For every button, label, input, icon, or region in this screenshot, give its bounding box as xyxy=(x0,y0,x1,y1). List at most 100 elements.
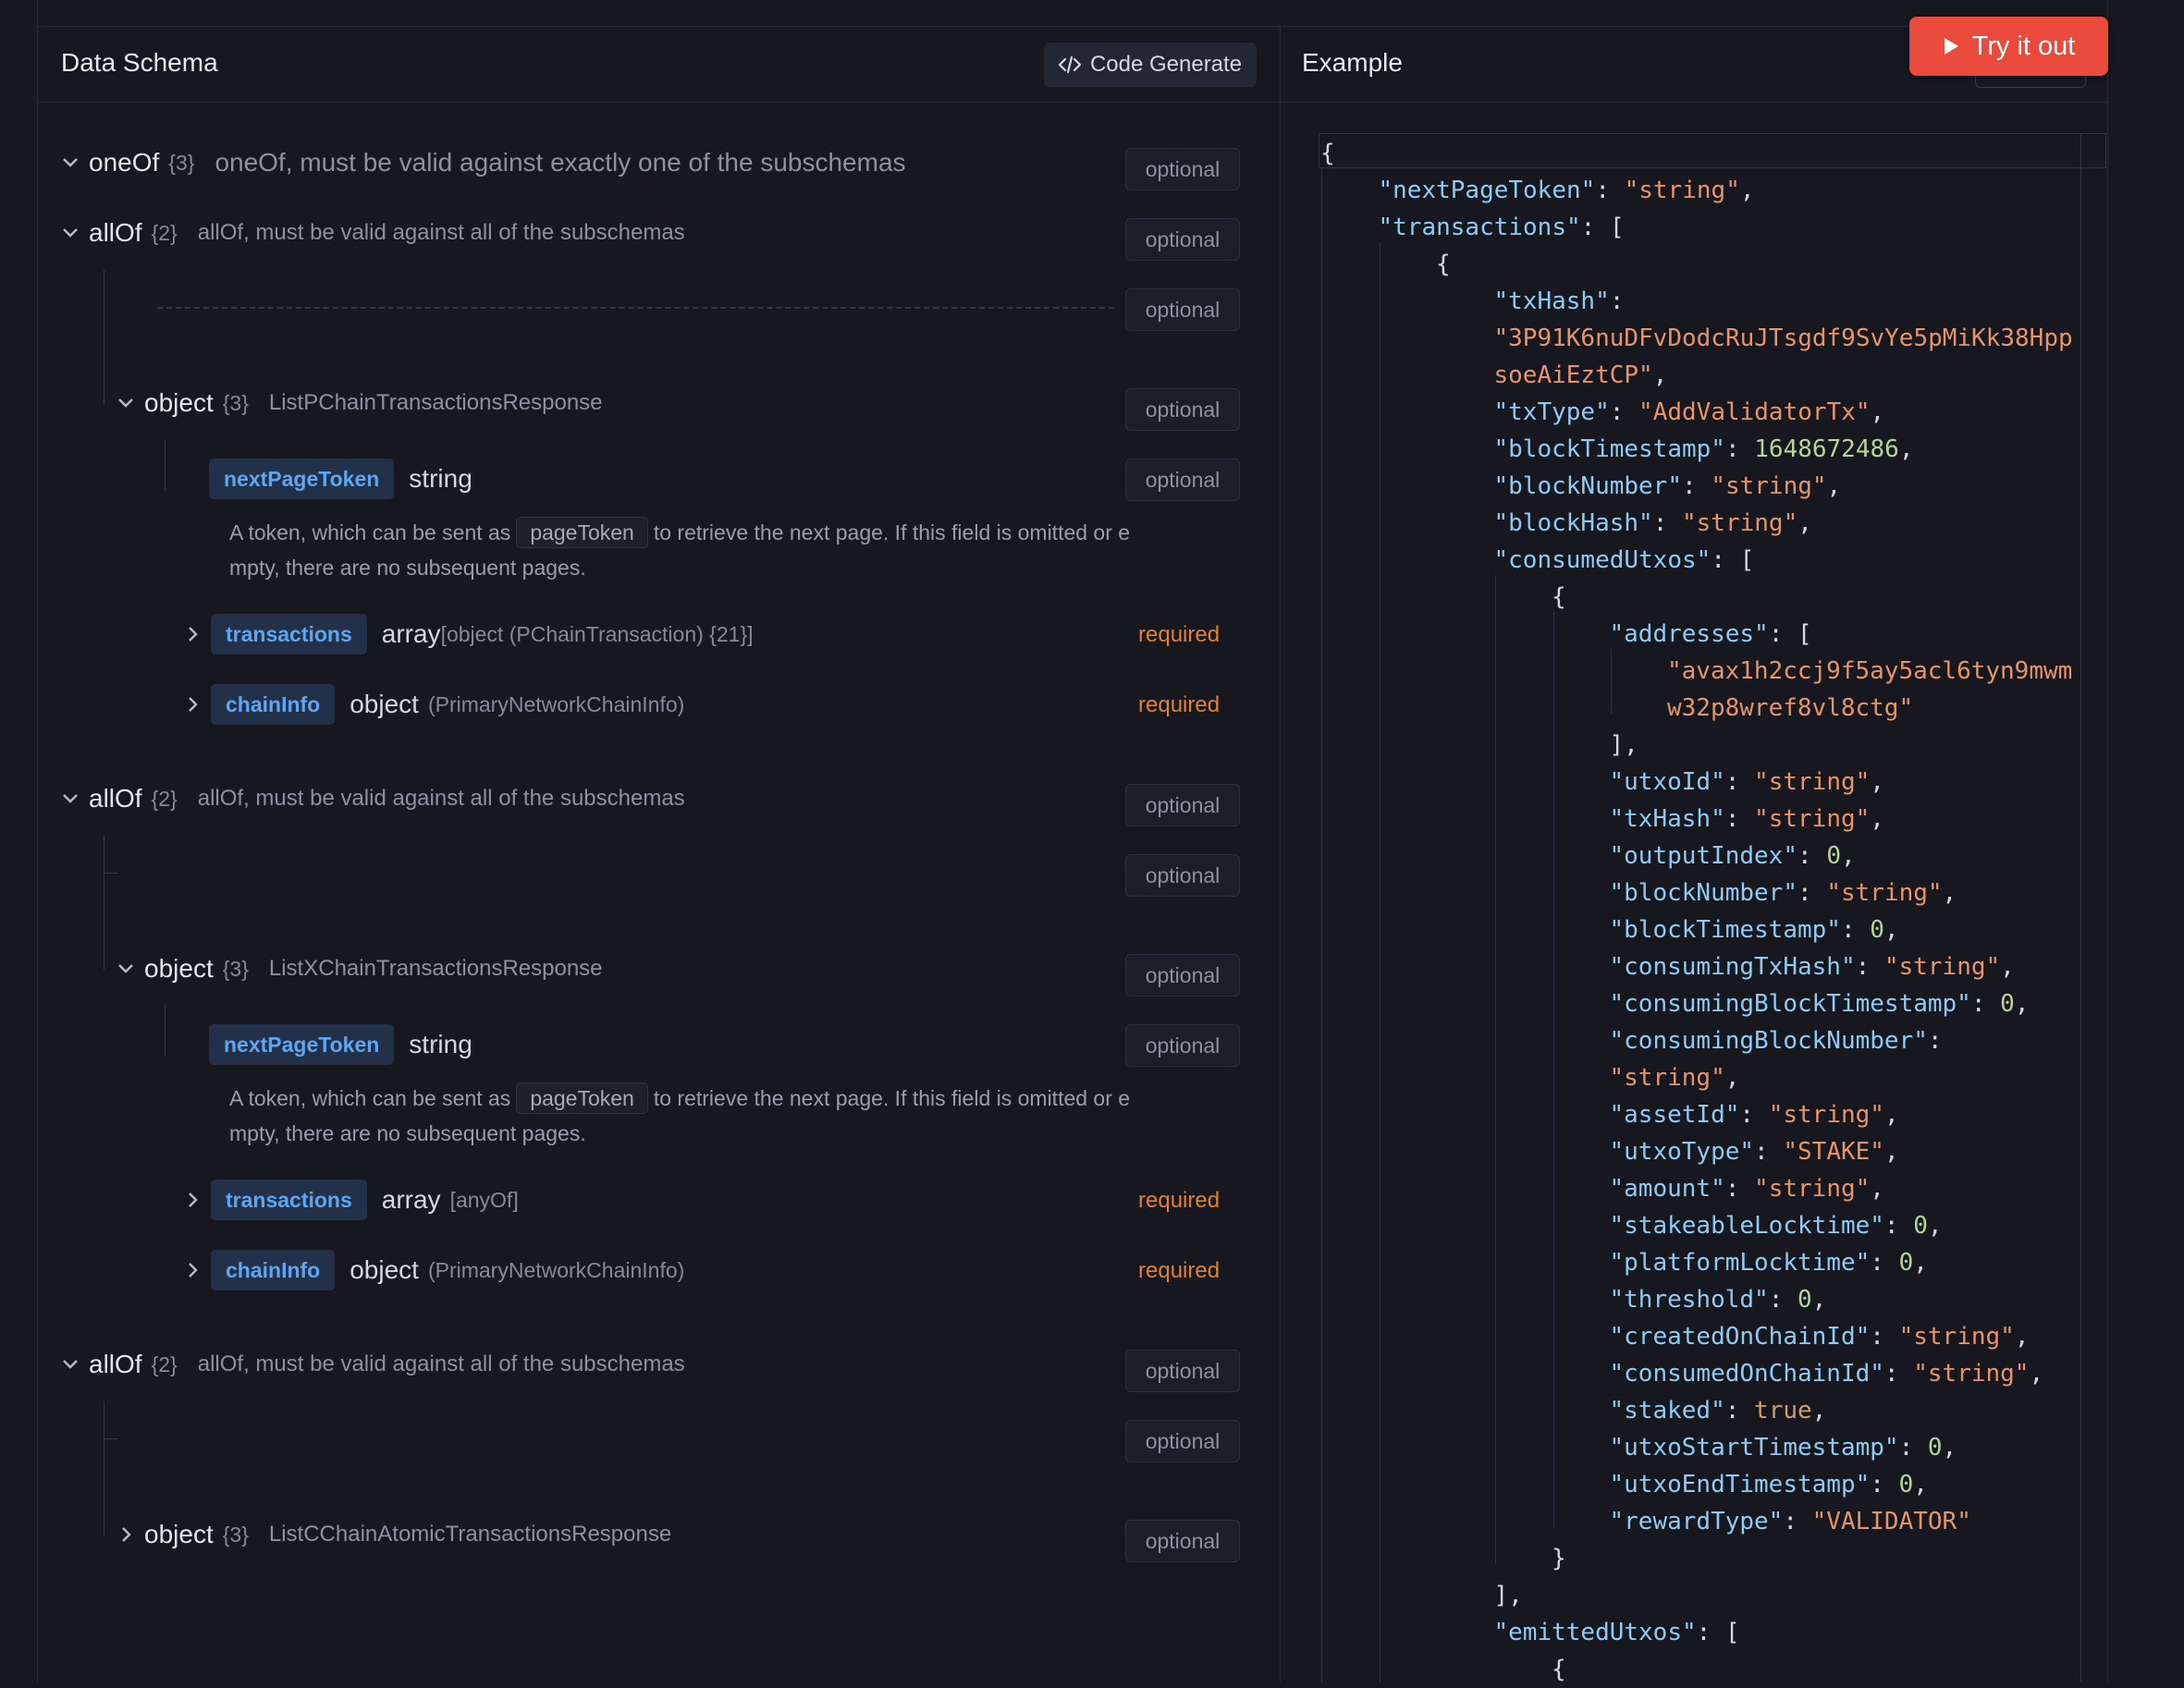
json-value: "string" xyxy=(1754,768,1871,796)
json-punct: : xyxy=(1883,1212,1914,1240)
json-value: "3P91K6nuDFvDodcRuJTsgdf9SvYe5pMiKk38Hpp xyxy=(1493,324,2073,352)
field-row-transactions[interactable]: transactions array [object (PChainTransa… xyxy=(181,614,754,654)
json-value: 0 xyxy=(1898,1249,1914,1277)
object-row[interactable]: object {3} ListCChainAtomicTransactionsR… xyxy=(115,1520,671,1549)
json-punct: : [ xyxy=(1580,214,1625,241)
json-line: "outputIndex": 0, xyxy=(1610,838,1856,875)
code-generate-button[interactable]: Code Generate xyxy=(1044,43,1257,87)
chevron-down-icon[interactable] xyxy=(115,958,137,980)
object-count: {3} xyxy=(222,956,249,981)
json-line: "platformLocktime": 0, xyxy=(1610,1244,1928,1281)
field-row-chaininfo[interactable]: chainInfo object (PrimaryNetworkChainInf… xyxy=(181,684,684,725)
field-row-chaininfo[interactable]: chainInfo object (PrimaryNetworkChainInf… xyxy=(181,1250,684,1290)
json-punct: , xyxy=(1898,435,1914,463)
json-punct: : xyxy=(1798,842,1827,870)
json-key: "utxoStartTimestamp" xyxy=(1609,1434,1899,1462)
json-value: w32p8wref8vl8ctg" xyxy=(1667,694,1914,722)
json-punct: , xyxy=(1883,916,1899,944)
json-line: "transactions": [ xyxy=(1379,209,1625,246)
optional-badge: optional xyxy=(1125,148,1240,190)
json-value: "string" xyxy=(1883,953,2001,981)
optional-badge: optional xyxy=(1125,1420,1240,1462)
json-key: "threshold" xyxy=(1609,1286,1769,1314)
oneof-row[interactable]: oneOf {3} oneOf, must be valid against e… xyxy=(59,148,906,177)
oneof-keyword: oneOf xyxy=(89,148,160,177)
json-key: "consumedOnChainId" xyxy=(1609,1360,1884,1388)
json-example: { "nextPageToken": "string", "transactions… xyxy=(1320,135,2099,1683)
json-value: "string" xyxy=(1682,509,1798,537)
json-punct: , xyxy=(1811,1286,1827,1314)
chevron-down-icon[interactable] xyxy=(59,1353,81,1376)
json-punct: : xyxy=(1682,472,1712,500)
field-row-nextpagetoken[interactable]: nextPageToken string xyxy=(209,459,472,499)
json-value: "string" xyxy=(1609,1064,1725,1092)
chevron-right-icon[interactable] xyxy=(181,623,203,645)
json-line: "addresses": [ xyxy=(1610,616,1812,653)
allof-row[interactable]: allOf {2} allOf, must be valid against a… xyxy=(59,784,685,813)
json-punct: : xyxy=(1783,1508,1812,1535)
json-punct: : xyxy=(1724,768,1755,796)
tree-guide xyxy=(165,1005,166,1056)
json-punct: : [ xyxy=(1768,620,1812,648)
json-line: "assetId": "string", xyxy=(1610,1096,1899,1133)
json-punct: : xyxy=(1970,990,2001,1018)
json-key: "utxoEndTimestamp" xyxy=(1609,1471,1871,1498)
json-value: "string" xyxy=(1826,879,1943,907)
panel-divider xyxy=(1280,27,1281,1682)
json-line: "avax1h2ccj9f5ay5acl6tyn9mwm xyxy=(1667,653,2072,690)
optional-badge: optional xyxy=(1125,1520,1240,1562)
json-line: "consumedOnChainId": "string", xyxy=(1610,1355,2044,1392)
json-key: "nextPageToken" xyxy=(1378,177,1596,204)
allof-row[interactable]: allOf {2} allOf, must be valid against a… xyxy=(59,218,685,248)
chevron-right-icon[interactable] xyxy=(181,1189,203,1211)
field-type: array xyxy=(381,1185,441,1214)
json-value: 0 xyxy=(1870,916,1884,944)
json-punct: { xyxy=(1320,140,1335,167)
json-punct: : xyxy=(1870,1471,1899,1498)
code-generate-label: Code Generate xyxy=(1089,52,1243,77)
json-line: "staked": true, xyxy=(1610,1392,1827,1429)
field-type: object xyxy=(350,690,419,718)
json-key: "rewardType" xyxy=(1609,1508,1784,1535)
object-row[interactable]: object {3} ListPChainTransactionsRespons… xyxy=(115,388,603,418)
json-value: "string" xyxy=(1913,1360,2030,1388)
chevron-down-icon[interactable] xyxy=(59,788,81,810)
json-punct: : xyxy=(1927,1027,1943,1055)
json-value: 0 xyxy=(1898,1471,1914,1498)
json-line: } xyxy=(1552,1540,1566,1577)
json-punct: : xyxy=(1609,398,1639,426)
json-value: "string" xyxy=(1768,1101,1884,1129)
json-punct: : xyxy=(1840,916,1871,944)
object-row[interactable]: object {3} ListXChainTransactionsRespons… xyxy=(115,954,603,984)
field-row-transactions[interactable]: transactions array [anyOf] xyxy=(181,1180,519,1220)
chevron-right-icon[interactable] xyxy=(115,1523,137,1546)
chevron-down-icon[interactable] xyxy=(59,152,81,174)
chevron-down-icon[interactable] xyxy=(59,222,81,244)
json-punct: ], xyxy=(1493,1582,1523,1609)
field-description: A token, which can be sent as pageToken to… xyxy=(229,1081,1246,1151)
json-punct: { xyxy=(1552,583,1566,611)
json-punct: , xyxy=(1870,805,1884,833)
chevron-down-icon[interactable] xyxy=(115,392,137,414)
try-it-out-button[interactable]: Try it out xyxy=(1909,17,2108,76)
json-punct: { xyxy=(1552,1656,1566,1683)
json-value: 0 xyxy=(1927,1434,1943,1462)
json-value: 0 xyxy=(1913,1212,1928,1240)
json-punct: , xyxy=(2014,990,2030,1018)
field-row-nextpagetoken[interactable]: nextPageToken string xyxy=(209,1024,472,1065)
object-keyword: object xyxy=(144,1520,214,1548)
json-punct: , xyxy=(1798,509,1812,537)
json-value: "avax1h2ccj9f5ay5acl6tyn9mwm xyxy=(1667,657,2073,685)
field-type: string xyxy=(409,464,472,493)
chevron-right-icon[interactable] xyxy=(181,693,203,716)
code-icon xyxy=(1058,55,1081,74)
object-keyword: object xyxy=(144,388,214,417)
chevron-right-icon[interactable] xyxy=(181,1259,203,1281)
json-punct: , xyxy=(1826,472,1842,500)
allof-row[interactable]: allOf {2} allOf, must be valid against a… xyxy=(59,1350,685,1379)
json-punct: , xyxy=(2014,1323,2030,1351)
json-punct: ], xyxy=(1609,731,1638,759)
json-punct: : xyxy=(1768,1286,1798,1314)
optional-badge: optional xyxy=(1125,954,1240,997)
json-punct: : xyxy=(1724,805,1755,833)
